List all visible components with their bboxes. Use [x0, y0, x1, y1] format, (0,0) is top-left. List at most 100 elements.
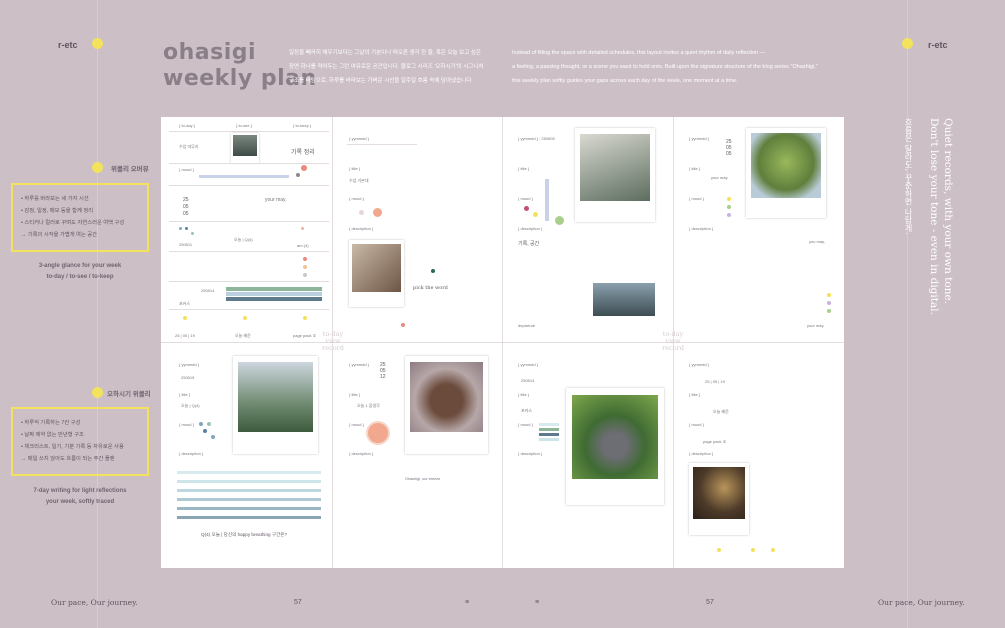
overview-label: 위클리 오버뷰: [111, 166, 149, 173]
bar-gauge: [545, 179, 549, 221]
intro-ko-line: 장면 하나를 적어두는 그런 여유로운 공간입니다. 블로그 시리즈 '오하시기…: [289, 64, 484, 70]
mood-dot: [727, 205, 731, 209]
right-guide-line: [907, 0, 908, 628]
table-stripe: [226, 287, 322, 291]
row-divider: [161, 342, 844, 343]
intro-ko-line: 구조를 바탕으로, 하루를 바라보는 가벼운 시선을 일주일 흐름 속에 담아냈…: [289, 78, 473, 84]
mood-stripe: [539, 428, 559, 431]
mood-dot: [211, 435, 215, 439]
b1-mood-label: { mood }: [179, 422, 194, 427]
yellow-dot: [717, 548, 721, 552]
photo-night: [689, 463, 749, 535]
mood-dot: [524, 206, 529, 211]
weekly-item: • 날짜 제약 없는 만년형 구조: [21, 432, 84, 438]
color-dot: [243, 316, 247, 320]
lined-stripe: [177, 471, 321, 474]
overview-caption: 3-angle glance for your week to-day / to…: [11, 261, 149, 283]
col3-desc-label: { description }: [518, 226, 543, 231]
weekly-item: • 하루씩 기록하는 7칸 구성: [21, 420, 81, 426]
row1-right: 기록 정리: [291, 150, 315, 156]
b2-title-value: 오늘 1 잡생각: [357, 403, 380, 408]
brand-left: r-etc: [58, 40, 78, 50]
mood-dot: [727, 197, 731, 201]
col3-desc-title: 기록, 공간: [518, 241, 540, 247]
b2-title-label: { title }: [349, 392, 361, 397]
col3-title-label: { title }: [518, 166, 530, 171]
date-dd: 12: [380, 374, 386, 380]
lined-stripe: [177, 480, 321, 483]
overview-item: • 스티커나 컬러로 꾸며도 자연스러운 여백 구성: [21, 220, 125, 226]
b3-yymmdd: { yymmdd }: [518, 362, 539, 367]
b2-desc-label: { description }: [349, 451, 374, 456]
color-dot: [301, 227, 304, 230]
intro-en-line: this weekly plan softly guides your gaze…: [512, 78, 738, 84]
row-line: [169, 221, 329, 222]
mood-dot: [301, 165, 307, 171]
vertical-english-2: Don't lose your tone - even in digital.: [928, 118, 940, 315]
color-dot: [191, 232, 194, 235]
overview-dot: [92, 162, 103, 173]
header-to-see: { to-see }: [236, 123, 253, 128]
lined-stripe: [177, 516, 321, 519]
vertical-english-1: Quiet records, with your own tone.: [942, 118, 954, 305]
am-label: am (4): [297, 243, 309, 248]
accent-dot: [431, 269, 435, 273]
row-line: [169, 251, 329, 252]
col4-you-may: you may,: [809, 239, 825, 244]
color-dot: [179, 227, 182, 230]
vertical-text-korean: 흐름은 달라도, 꾸준하면 나답게.: [904, 118, 913, 235]
lined-stripe: [177, 489, 321, 492]
today-q4: 오늘 | Q(4): [234, 237, 253, 242]
b4-desc-label: { description }: [689, 451, 714, 456]
date-mm: 05: [183, 204, 189, 210]
b4-date: 25 | 05 | 19: [705, 379, 725, 384]
col2-yymmdd: { yymmdd }: [349, 136, 370, 141]
mood-dot: [207, 422, 211, 426]
table-stripe: [226, 297, 322, 301]
col3-mood-label: { mood }: [518, 196, 533, 201]
col4-title-label: { title }: [689, 166, 701, 171]
col2-mood-label: { mood }: [349, 196, 364, 201]
photo-room: [593, 283, 655, 316]
row-line: [347, 144, 417, 145]
b1-date: 250515: [181, 375, 195, 380]
date-yy: 25: [183, 197, 189, 203]
date-dd: 05: [726, 151, 732, 157]
mood-stripe: [539, 438, 559, 441]
weekly-box: • 하루씩 기록하는 7칸 구성 • 날짜 제약 없는 만년형 구조 • 체크리…: [11, 407, 149, 476]
b2-english-note: Ohashigi, our breeze: [405, 477, 441, 481]
intro-en-line: Instead of filling the space with detail…: [512, 50, 766, 56]
planner-sheet: { to-day } { to-see } { to-keep } 수업 마무리…: [161, 117, 844, 568]
footer-mark: ≡: [535, 599, 540, 606]
header-to-keep: { to-keep }: [293, 123, 312, 128]
col4-desc-label: { description }: [689, 226, 714, 231]
photo-interior: [575, 128, 655, 222]
color-dot: [185, 227, 188, 230]
weekly-item: → 매일 쓰지 않아도 흐름이 되는 주간 플랜: [21, 456, 115, 462]
b3-mood-label: { mood }: [518, 422, 533, 427]
footer-left: Our pace, Our journey.: [51, 598, 138, 607]
b4-mood-label: { mood }: [689, 422, 704, 427]
photo-tree: [746, 128, 826, 218]
b1-caption: Q(4) 오늘 | 당신의 happy breathing 구간은?: [201, 532, 288, 537]
b1-title-value: 오늘 | Q(4): [181, 403, 200, 408]
focus-label: 포커스: [179, 301, 191, 306]
overview-box: • 하루를 바라보는 세 가지 시선 • 감정, 일정, 메모 등을 함께 정리…: [11, 183, 149, 252]
photo-sky-tree: [233, 356, 318, 454]
mood-stripe: [539, 433, 559, 436]
row-line: [169, 185, 329, 186]
brand-dot-right: [902, 38, 913, 49]
yellow-dot: [771, 548, 775, 552]
col4-your-may: your may.: [711, 175, 729, 180]
mood-label: { mood }: [179, 167, 194, 172]
mood-dot: [555, 216, 564, 225]
table-stripe: [226, 292, 322, 296]
mood-bar: [199, 175, 289, 178]
overview-item: → 기록의 시작을 가볍게 여는 공간: [21, 232, 98, 238]
small-photo: [231, 133, 259, 163]
col4-yymmdd: { yymmdd }: [689, 136, 710, 141]
b2-date-stack: 25 05 12: [380, 362, 386, 380]
mood-dot: [727, 213, 731, 217]
color-dot: [303, 316, 307, 320]
date-dd: 05: [183, 211, 189, 217]
